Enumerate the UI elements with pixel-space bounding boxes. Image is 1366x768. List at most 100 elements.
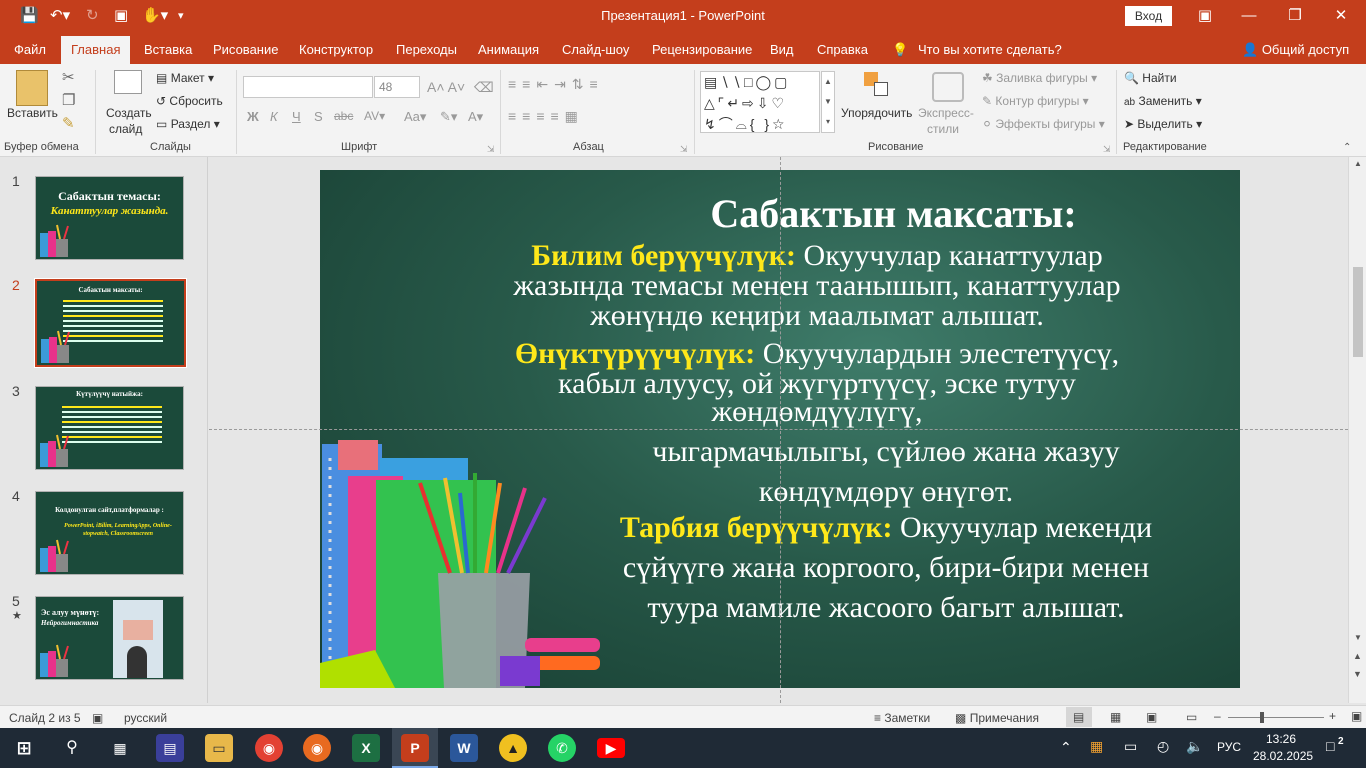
next-slide-icon[interactable]: ▼ xyxy=(1353,669,1362,679)
language-indicator[interactable]: русский xyxy=(124,711,167,725)
slide-thumbnail-4[interactable]: Колдонулган сайт,платформалар : PowerPoi… xyxy=(35,491,184,575)
arrange-button[interactable]: Упорядочить xyxy=(841,106,912,120)
word-icon[interactable]: W xyxy=(450,734,478,762)
windows-start-icon[interactable]: ⊞ xyxy=(10,734,38,762)
vertical-scrollbar[interactable]: ▲ ▼ ▲ ▼ xyxy=(1348,157,1366,703)
powerpoint-icon[interactable]: P xyxy=(401,734,429,762)
font-dialog-launcher-icon[interactable]: ⇲ xyxy=(487,144,495,155)
slide-bullet-1[interactable]: Билим берүүчүлүк: Окуучулар канаттуулар xyxy=(377,240,1240,272)
layout-button[interactable]: ▤ Макет ▾ xyxy=(156,71,214,85)
tab-help[interactable]: Справка xyxy=(817,42,868,57)
arrange-icon[interactable] xyxy=(864,72,890,100)
show-hidden-icons-icon[interactable]: ⌃ xyxy=(1060,739,1072,756)
select-button[interactable]: ➤ Выделить ▾ xyxy=(1124,117,1202,131)
section-button[interactable]: ▭ Раздел ▾ xyxy=(156,117,220,131)
minimize-button[interactable]: — xyxy=(1226,4,1272,28)
whatsapp-icon[interactable]: ✆ xyxy=(548,734,576,762)
volume-icon[interactable]: 🔈 xyxy=(1186,738,1203,755)
new-slide-label[interactable]: Создать xyxy=(106,106,152,120)
quick-styles-icon[interactable] xyxy=(932,72,964,102)
slide-thumbnail-3[interactable]: Күтүлүүчү натыйжа: xyxy=(35,386,184,470)
close-button[interactable]: ✕ xyxy=(1318,4,1364,28)
clock-date[interactable]: 28.02.2025 xyxy=(1253,749,1313,763)
align-icons[interactable]: ≡≡≡≡▦ xyxy=(508,108,584,125)
share-button[interactable]: 👤 Общий доступ xyxy=(1242,42,1349,58)
new-slide-icon[interactable] xyxy=(114,70,142,94)
slideshow-icon[interactable]: ▭ xyxy=(1186,710,1197,724)
zoom-slider-thumb[interactable] xyxy=(1260,712,1264,723)
slide-title[interactable]: Сабактын максаты: xyxy=(547,192,1240,236)
ribbon-display-options-icon[interactable]: ▣ xyxy=(1182,4,1228,28)
chrome-icon[interactable]: ◉ xyxy=(255,734,283,762)
tab-slideshow[interactable]: Слайд-шоу xyxy=(562,42,629,57)
clear-format-icon[interactable]: ⌫ xyxy=(474,79,494,96)
change-case-icon[interactable]: Aa▾ xyxy=(404,109,426,125)
fit-to-window-icon[interactable]: ▣ xyxy=(1351,709,1362,723)
tab-design[interactable]: Конструктор xyxy=(299,42,373,57)
list-icons[interactable]: ≡≡⇤⇥⇅≡ xyxy=(508,76,604,93)
font-name-combo[interactable] xyxy=(243,76,373,98)
tab-transitions[interactable]: Переходы xyxy=(396,42,457,57)
shape-fill-button[interactable]: ☘ Заливка фигуры ▾ xyxy=(982,71,1097,85)
file-explorer-icon[interactable]: ▭ xyxy=(205,734,233,762)
font-color-icon[interactable]: A▾ xyxy=(468,109,483,125)
find-button[interactable]: 🔍 Найти xyxy=(1124,71,1177,85)
signin-button[interactable]: Вход xyxy=(1125,6,1172,26)
zoom-slider[interactable] xyxy=(1228,717,1324,718)
tray-app-icon[interactable]: ▦ xyxy=(1090,738,1103,755)
tab-draw[interactable]: Рисование xyxy=(213,42,278,57)
replace-button[interactable]: ab Заменить ▾ xyxy=(1124,94,1202,108)
italic-icon[interactable]: К xyxy=(270,109,278,124)
cut-icon[interactable]: ✂ xyxy=(62,70,75,86)
drawing-dialog-launcher-icon[interactable]: ⇲ xyxy=(1103,144,1111,155)
youtube-icon[interactable]: ▶ xyxy=(597,738,625,758)
previous-slide-icon[interactable]: ▲ xyxy=(1353,651,1362,661)
shadow-icon[interactable]: S xyxy=(314,109,323,124)
tab-home[interactable]: Главная xyxy=(61,36,131,64)
comments-button[interactable]: ▩ Примечания xyxy=(955,711,1039,725)
paragraph-dialog-launcher-icon[interactable]: ⇲ xyxy=(680,144,688,155)
clock-time[interactable]: 13:26 xyxy=(1266,732,1296,746)
tab-view[interactable]: Вид xyxy=(770,42,794,57)
slide-bullet-3[interactable]: Тарбия берүүчүлүк: Окуучулар мекенди xyxy=(536,512,1236,544)
zoom-out-icon[interactable]: – xyxy=(1214,709,1221,723)
paste-button[interactable]: Вставить xyxy=(7,106,58,120)
tab-animations[interactable]: Анимация xyxy=(478,42,539,57)
slide-bullet-2[interactable]: Өнүктүрүүчүлүк: Окуучулардын элестетүүсү… xyxy=(377,338,1240,370)
scroll-down-icon[interactable]: ▼ xyxy=(1354,633,1362,642)
shapes-gallery[interactable]: ▤∖∖□◯▢ △⌜↵⇨⇩♡ ↯⌒⌓{ }☆ xyxy=(700,71,820,133)
tell-me-search[interactable]: Что вы хотите сделать? xyxy=(918,42,1062,57)
highlight-icon[interactable]: ✎▾ xyxy=(440,109,457,125)
accessibility-icon[interactable]: ▣ xyxy=(92,711,103,725)
shape-effects-button[interactable]: ⚪ Эффекты фигуры ▾ xyxy=(982,117,1105,131)
increase-font-icon[interactable]: A˄ A˅ xyxy=(427,79,465,95)
zoom-in-icon[interactable]: + xyxy=(1329,709,1336,723)
shapes-scroll[interactable]: ▲ ▼ ▾ xyxy=(821,71,835,133)
bold-icon[interactable]: Ж xyxy=(247,109,259,124)
keyboard-language[interactable]: РУС xyxy=(1217,740,1241,754)
copy-icon[interactable]: ❐ xyxy=(62,93,75,109)
search-icon[interactable]: ⚲ xyxy=(58,734,86,762)
scroll-up-icon[interactable]: ▲ xyxy=(1354,159,1362,168)
restore-button[interactable]: ❐ xyxy=(1272,4,1318,28)
tab-review[interactable]: Рецензирование xyxy=(652,42,752,57)
task-view-icon[interactable]: ▦ xyxy=(106,734,134,762)
notifications-icon[interactable]: □ xyxy=(1326,738,1334,754)
tab-file[interactable]: Файл xyxy=(14,42,46,57)
yandex-icon[interactable]: ▲ xyxy=(499,734,527,762)
slide-sorter-icon[interactable]: ▦ xyxy=(1110,710,1121,724)
font-size-combo[interactable]: 48 xyxy=(374,76,420,98)
tab-insert[interactable]: Вставка xyxy=(144,42,192,57)
strikethrough-icon[interactable]: abc xyxy=(334,109,353,123)
collapse-ribbon-icon[interactable]: ⌃ xyxy=(1343,142,1351,153)
slide-thumbnail-5[interactable]: Эс алуу мүнөтү: Нейрогимнастика xyxy=(35,596,184,680)
reset-button[interactable]: ↺ Сбросить xyxy=(156,94,223,108)
scrollbar-thumb[interactable] xyxy=(1353,267,1363,357)
format-painter-icon[interactable]: ✎ xyxy=(62,116,75,132)
horizontal-guide[interactable] xyxy=(209,429,1348,430)
quick-styles-label[interactable]: Экспресс- xyxy=(918,106,974,120)
reading-view-icon[interactable]: ▣ xyxy=(1146,710,1157,724)
quick-styles-label-2[interactable]: стили xyxy=(927,122,959,136)
vertical-guide[interactable] xyxy=(780,157,781,703)
slide-thumbnail-2[interactable]: Сабактын максаты: xyxy=(34,278,187,368)
